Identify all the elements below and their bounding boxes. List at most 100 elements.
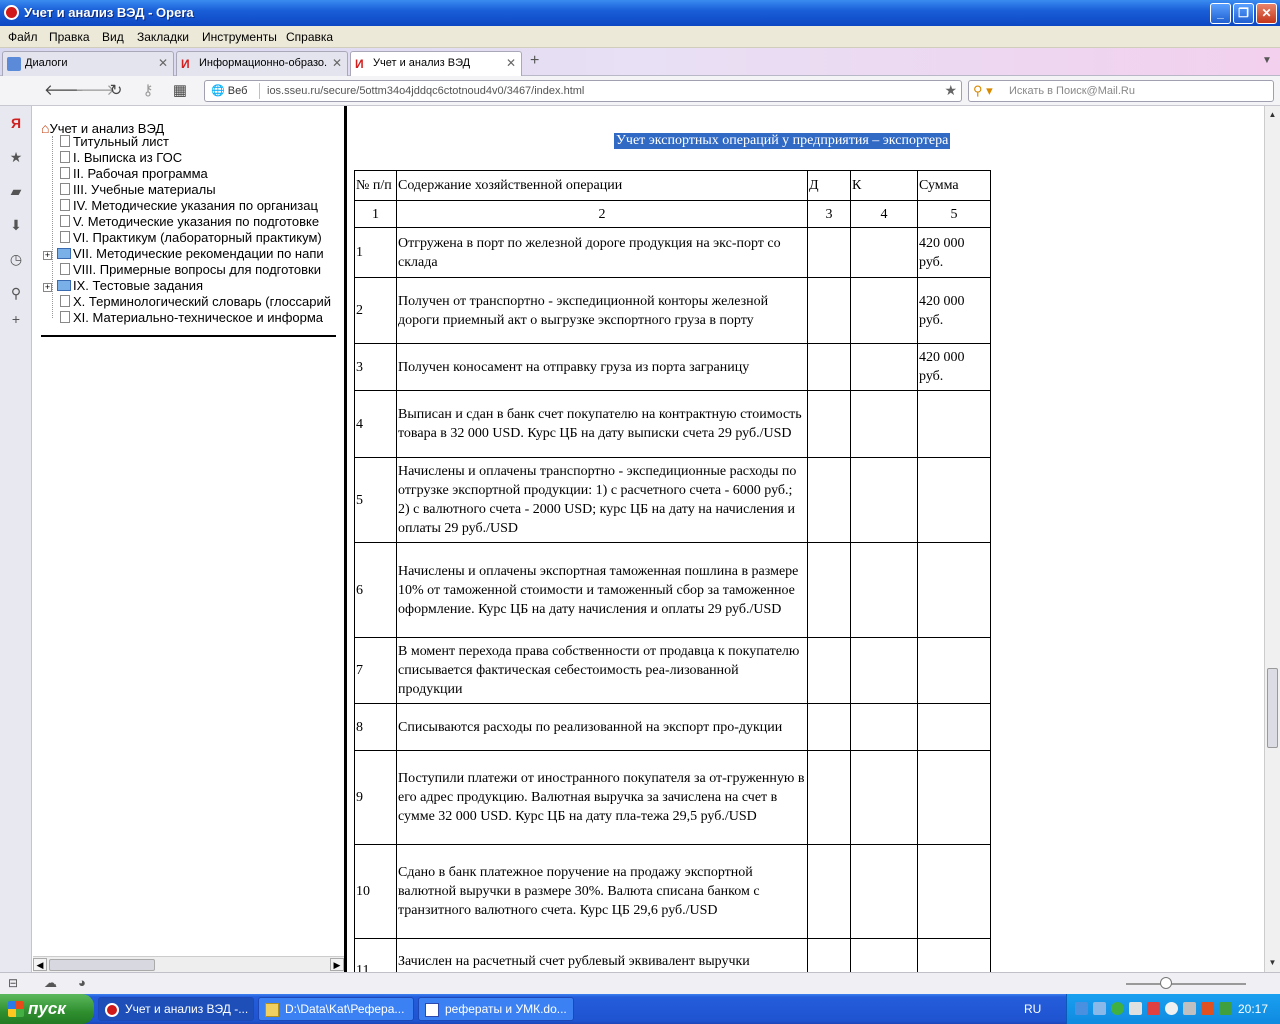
bookmarks-panel-icon[interactable]: ★ [7,148,25,166]
start-button[interactable]: пуск [0,994,94,1024]
forward-button[interactable]: 🡒 [75,82,115,100]
system-tray: 20:17 [1066,994,1280,1024]
header-cell: № п/п [354,170,397,201]
toc-folder[interactable]: VII. Методические рекомендации по напи [57,246,324,261]
site-icon: И [355,57,364,71]
document-icon [60,151,70,163]
notes-panel-icon[interactable]: ▰ [7,182,25,200]
table-row: 3 Получен коносамент на отправку груза и… [354,343,991,391]
back-button[interactable]: 🡐 [44,82,84,100]
network-icon[interactable] [1075,1002,1088,1015]
search-engine-icon[interactable]: ⚲ ▾ [973,83,993,99]
document-icon [60,263,70,275]
taskbar-task-word[interactable]: рефераты и УМК.do... [418,997,574,1021]
document-icon [60,167,70,179]
bookmark-star-icon[interactable]: ★ [944,82,957,99]
signal-icon[interactable] [1093,1002,1106,1015]
tab-list-button[interactable]: ▼ [1262,55,1272,66]
toc-frame: ⌂Учет и анализ ВЭД Титульный лист I. Вып… [33,106,344,972]
speed-icon[interactable]: ◕ [78,975,86,990]
tray-app-icon[interactable] [1129,1002,1142,1015]
folder-icon [57,280,71,291]
taskbar-task-opera[interactable]: Учет и анализ ВЭД -... [98,997,254,1021]
toc-item[interactable]: XI. Материально-техническое и информа [60,310,323,325]
page-heading: Учет экспортных операций у предприятия –… [614,133,951,149]
maximize-button[interactable]: ❐ [1233,3,1254,24]
antivirus-icon[interactable] [1219,1002,1232,1015]
table-row: 7 В момент перехода права собственности … [354,637,991,704]
window-titlebar[interactable]: Учет и анализ ВЭД - Opera _ ❐ ✕ [0,0,1280,26]
header-cell: Сумма [917,170,991,201]
table-header-row: № п/п Содержание хозяйственной операции … [354,170,991,201]
menu-help[interactable]: Справка [286,30,333,44]
panel-toggle-icon[interactable]: ⊟ [8,976,18,990]
safely-remove-icon[interactable] [1201,1002,1214,1015]
side-panel-strip: Я ★ ▰ ⬇ ◷ ⚲ + [0,106,32,972]
tab-dialogs[interactable]: Диалоги ✕ [2,51,174,76]
opera-unite-icon[interactable]: ☁ [44,975,57,991]
toc-folder[interactable]: IX. Тестовые задания [57,278,203,293]
toc-item[interactable]: II. Рабочая программа [60,166,208,181]
zoom-slider-knob[interactable] [1160,977,1172,989]
minimize-button[interactable]: _ [1210,3,1231,24]
toc-item[interactable]: VIII. Примерные вопросы для подготовки [60,262,321,277]
toc-item[interactable]: IV. Методические указания по организац [60,198,318,213]
menu-view[interactable]: Вид [102,30,124,44]
toc-horizontal-scrollbar[interactable]: ◀ ▶ [33,956,344,972]
new-tab-button[interactable]: + [530,52,539,70]
update-icon[interactable] [1111,1002,1124,1015]
tab-info-portal[interactable]: И Информационно-образо... ✕ [176,51,348,76]
dialog-icon [7,57,21,71]
scroll-right-arrow-icon[interactable]: ▶ [330,958,344,971]
search-field[interactable]: ⚲ ▾ Искать в Поиск@Mail.Ru [968,80,1274,102]
yandex-icon[interactable]: Я [7,114,25,132]
folder-icon [265,1003,279,1017]
scroll-up-arrow-icon[interactable]: ▲ [1266,108,1279,122]
menu-bookmarks[interactable]: Закладки [137,30,189,44]
language-indicator[interactable]: RU [1024,1002,1041,1016]
menu-tools[interactable]: Инструменты [202,30,277,44]
content-vertical-scrollbar[interactable]: ▲ ▼ [1264,106,1280,972]
add-panel-icon[interactable]: + [7,310,25,328]
taskbar-task-folder[interactable]: D:\Data\Kat\Рефера... [258,997,414,1021]
close-tab-icon[interactable]: ✕ [332,56,342,70]
tab-current[interactable]: И Учет и анализ ВЭД ✕ [350,51,522,76]
table-row: 9 Поступили платежи от иностранного поку… [354,750,991,845]
scroll-left-arrow-icon[interactable]: ◀ [33,958,47,971]
speed-dial-button[interactable]: ▦ [171,82,189,100]
url-text[interactable]: ios.sseu.ru/secure/5ottm34o4jddqc6ctotno… [267,85,584,97]
scroll-thumb[interactable] [1267,668,1278,748]
toc-item[interactable]: Титульный лист [60,134,169,149]
address-bar[interactable]: 🌐 Веб ios.sseu.ru/secure/5ottm34o4jddqc6… [204,80,962,102]
menu-edit[interactable]: Правка [49,30,90,44]
table-row: 1 Отгружена в порт по железной дороге пр… [354,227,991,278]
expand-icon[interactable]: + [43,251,52,260]
toc-item[interactable]: III. Учебные материалы [60,182,216,197]
menu-bar: Файл Правка Вид Закладки Инструменты Спр… [0,26,1280,48]
flag-icon[interactable] [1147,1002,1160,1015]
close-window-button[interactable]: ✕ [1256,3,1277,24]
close-tab-icon[interactable]: ✕ [506,56,516,70]
toc-item[interactable]: VI. Практикум (лабораторный практикум) [60,230,322,245]
scroll-down-arrow-icon[interactable]: ▼ [1266,956,1279,970]
toc-item[interactable]: V. Методические указания по подготовке [60,214,319,229]
clock[interactable]: 20:17 [1238,1002,1268,1016]
document-icon [60,199,70,211]
toc-item[interactable]: X. Терминологический словарь (глоссарий [60,294,331,309]
skype-icon[interactable] [1165,1002,1178,1015]
toc-item[interactable]: I. Выписка из ГОС [60,150,182,165]
close-tab-icon[interactable]: ✕ [158,56,168,70]
downloads-panel-icon[interactable]: ⬇ [7,216,25,234]
reload-button[interactable]: ↻ [107,82,125,100]
scroll-thumb[interactable] [49,959,155,971]
zoom-slider-track[interactable] [1126,983,1246,985]
menu-file[interactable]: Файл [8,30,38,44]
opera-logo-icon [4,5,19,20]
expand-icon[interactable]: + [43,283,52,292]
history-panel-icon[interactable]: ◷ [7,250,25,268]
volume-icon[interactable] [1183,1002,1196,1015]
search-panel-icon[interactable]: ⚲ [7,284,25,302]
windows-logo-icon [8,1001,24,1017]
key-icon[interactable]: ⚷ [139,82,157,100]
status-bar: ⊟ ☁ ◕ [0,972,1280,994]
